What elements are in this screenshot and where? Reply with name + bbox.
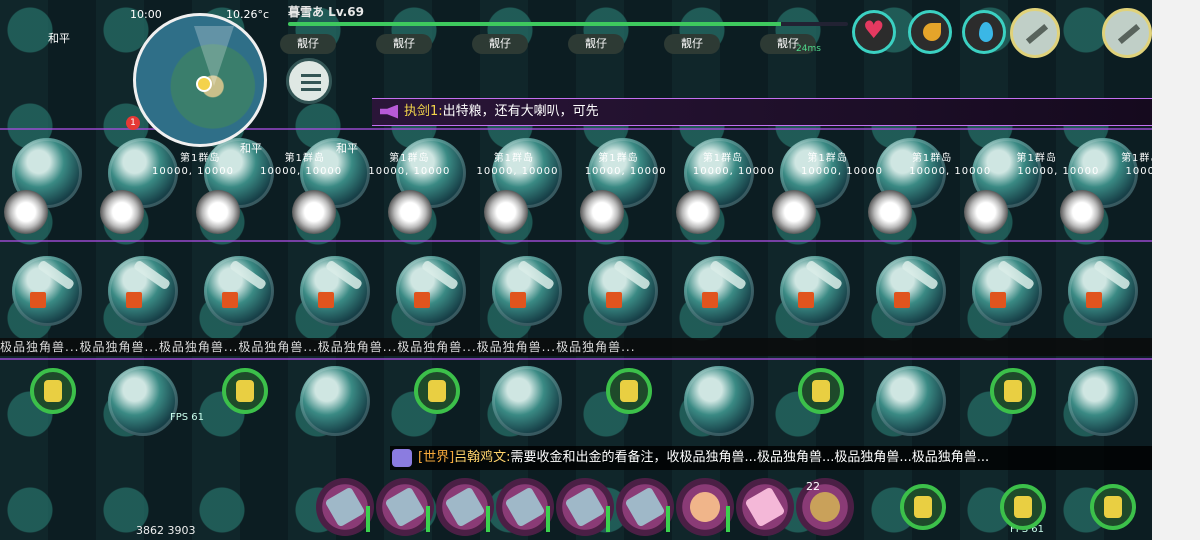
minimap[interactable]	[133, 13, 267, 147]
notice-message: 出特粮，还有大喇叭，可先	[442, 104, 599, 119]
backpack-button[interactable]	[1000, 484, 1046, 530]
chat-bubble-icon	[392, 448, 412, 467]
fan-icon	[684, 486, 726, 528]
hotbar-slot-pickaxe[interactable]	[556, 478, 614, 536]
world-chat-line[interactable]: [世界]吕翰鸡文:需要收金和出金的看备注，收极品独角兽...极品独角兽...极品…	[390, 446, 1152, 470]
game-viewport[interactable]: 第1群岛 第1群岛 第1群岛 第1群岛 第1群岛 第1群岛 第1群岛 第1群岛 …	[0, 0, 1152, 540]
staff-icon	[504, 486, 546, 528]
world-band	[0, 248, 1152, 338]
crossbow-icon	[444, 486, 486, 528]
hotbar-slot-sword[interactable]	[616, 478, 674, 536]
team-member-pill[interactable]: 靓仔	[568, 34, 624, 54]
hotbar-slot-staff[interactable]	[496, 478, 554, 536]
player-marker	[196, 76, 212, 92]
backpack-button[interactable]	[1090, 484, 1136, 530]
game-clock: 10:00	[130, 8, 162, 21]
hotbar-slot-fan[interactable]	[676, 478, 734, 536]
spear-icon	[384, 486, 426, 528]
hotbar-slot-crossbow[interactable]	[436, 478, 494, 536]
peace-label: 和平	[240, 142, 262, 155]
build-hammer-icon[interactable]	[1010, 8, 1060, 58]
pickaxe-icon	[564, 486, 606, 528]
device-edge-bar	[1152, 0, 1200, 540]
hotbar-slot-axe[interactable]	[316, 478, 374, 536]
rabbit-cup-icon	[744, 486, 786, 528]
hp-bar	[288, 22, 848, 26]
team-pills: 靓仔 靓仔 靓仔 靓仔 靓仔 靓仔	[280, 34, 816, 54]
hotbar	[316, 478, 854, 536]
fps-counter: FPS 61	[170, 412, 205, 423]
team-member-pill[interactable]: 靓仔	[472, 34, 528, 54]
menu-list-button[interactable]	[286, 58, 332, 104]
stack-count: 22	[806, 480, 820, 493]
team-member-pill[interactable]: 靓仔	[280, 34, 336, 54]
sword-icon	[624, 486, 666, 528]
team-member-pill[interactable]: 靓仔	[376, 34, 432, 54]
peace-label: 和平	[48, 32, 70, 45]
hotbar-slot-spear[interactable]	[376, 478, 434, 536]
notice-sender: 执剑1:	[404, 104, 443, 119]
backpack-button[interactable]	[900, 484, 946, 530]
build-hammer-icon[interactable]	[1102, 8, 1152, 58]
banner-strip: 极品独角兽...极品独角兽...极品独角兽...极品独角兽...极品独角兽...…	[0, 338, 1152, 356]
axe-icon	[324, 486, 366, 528]
score-readout: 3862 3903	[136, 524, 196, 537]
team-member-pill[interactable]: 靓仔	[664, 34, 720, 54]
island-label-strip: 第1群岛 第1群岛 第1群岛 第1群岛 第1群岛 第1群岛 第1群岛 第1群岛 …	[152, 153, 1152, 177]
peace-label: 和平	[336, 142, 358, 155]
player-name-level: 暮雪あ Lv.69	[288, 5, 364, 19]
loudspeaker-icon	[380, 104, 398, 119]
world-band	[0, 358, 1152, 438]
ping-readout: 24ms	[796, 44, 821, 54]
chat-message: 需要收金和出金的看备注，收极品独角兽...极品独角兽...极品独角兽...极品独…	[510, 450, 990, 465]
thirst-water-icon	[962, 10, 1006, 54]
hotbar-slot-rabbit-cup[interactable]	[736, 478, 794, 536]
chat-channel: [世界]	[418, 450, 455, 465]
hotbar-slot-food[interactable]	[796, 478, 854, 536]
glitch-line	[0, 358, 1152, 360]
temperature: 10.26°c	[226, 8, 270, 21]
mail-badge[interactable]: 1	[126, 116, 140, 130]
chat-sender: 吕翰鸡文:	[454, 450, 511, 465]
health-heart-icon	[852, 10, 896, 54]
world-band	[0, 130, 1152, 240]
glitch-line	[0, 240, 1152, 242]
hp-bar-fill	[288, 22, 781, 26]
hunger-icon	[908, 10, 952, 54]
loudspeaker-notice: 执剑1:出特粮，还有大喇叭，可先	[372, 98, 1152, 126]
